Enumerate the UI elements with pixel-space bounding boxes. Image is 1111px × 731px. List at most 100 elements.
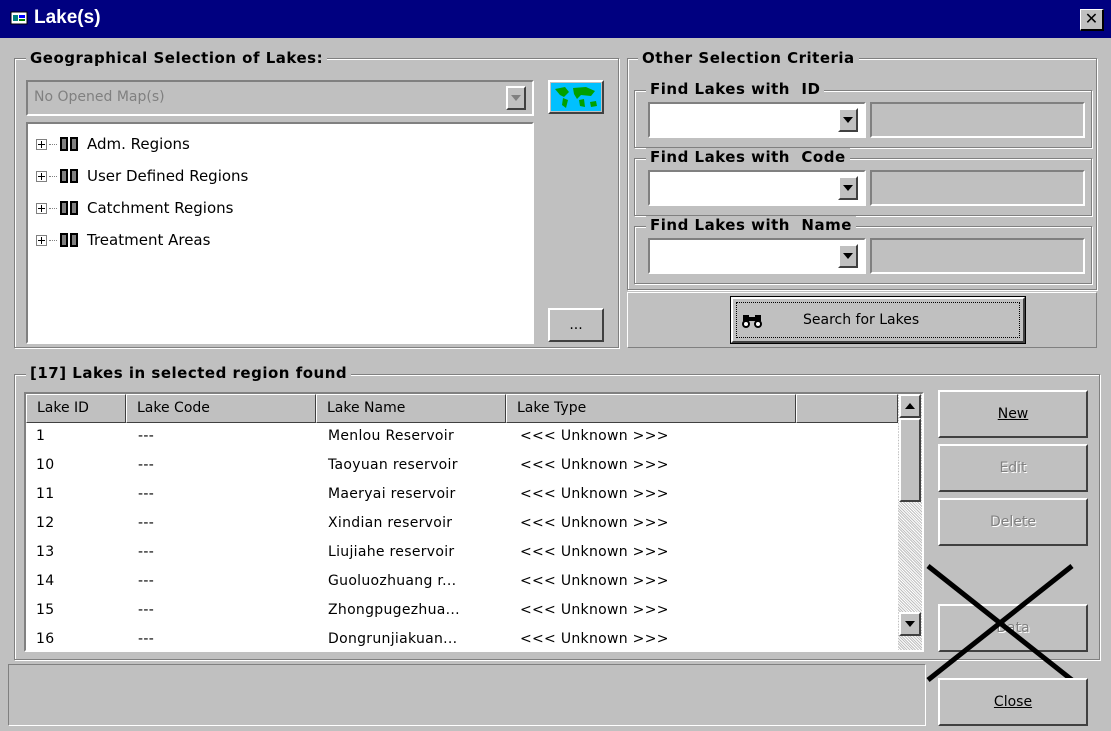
status-bar — [8, 664, 926, 726]
browse-button[interactable]: ... — [548, 308, 604, 342]
cell-lake-name: Guoluozhuang r... — [328, 573, 457, 589]
column-header-blank[interactable] — [796, 394, 898, 423]
find-code-dropdown-button[interactable] — [838, 176, 858, 200]
cell-lake-type: <<< Unknown >>> — [520, 515, 669, 531]
table-row[interactable]: 16 --- Dongrunjiakuan... <<< Unknown >>> — [26, 626, 896, 650]
table-row[interactable]: 10 --- Taoyuan reservoir <<< Unknown >>> — [26, 452, 896, 481]
window-title: Lake(s) — [34, 7, 101, 28]
tree-item-label: Treatment Areas — [87, 231, 211, 249]
chevron-down-icon — [905, 621, 915, 627]
cell-lake-id: 13 — [36, 544, 55, 560]
cell-lake-id: 11 — [36, 486, 55, 502]
cell-lake-code: --- — [138, 515, 155, 531]
cell-lake-code: --- — [138, 602, 155, 618]
tree-item-user-defined-regions[interactable]: User Defined Regions — [36, 160, 248, 192]
browse-button-label: ... — [569, 317, 583, 333]
table-row[interactable]: 15 --- Zhongpugezhua... <<< Unknown >>> — [26, 597, 896, 626]
cell-lake-code: --- — [138, 457, 155, 473]
title-bar: Lake(s) ✕ — [0, 0, 1111, 38]
region-tree[interactable]: Adm. Regions User Defined Regions Catchm… — [26, 122, 534, 344]
cell-lake-type: <<< Unknown >>> — [520, 573, 669, 589]
expand-icon[interactable] — [36, 202, 47, 214]
geo-selection-label: Geographical Selection of Lakes: — [26, 49, 328, 67]
find-name-value[interactable] — [870, 238, 1085, 274]
expand-icon[interactable] — [36, 138, 47, 150]
cell-lake-code: --- — [138, 544, 155, 560]
column-header-lake-code[interactable]: Lake Code — [126, 394, 316, 423]
chevron-down-icon — [843, 185, 853, 191]
book-icon — [60, 169, 78, 183]
map-select-value: No Opened Map(s) — [34, 89, 165, 105]
cell-lake-type: <<< Unknown >>> — [520, 631, 669, 647]
cell-lake-name: Liujiahe reservoir — [328, 544, 455, 560]
table-row[interactable]: 14 --- Guoluozhuang r... <<< Unknown >>> — [26, 568, 896, 597]
find-id-value[interactable] — [870, 102, 1085, 138]
chevron-down-icon — [843, 117, 853, 123]
cell-lake-name: Dongrunjiakuan... — [328, 631, 458, 647]
close-button-label: Close — [993, 694, 1033, 710]
book-icon — [60, 201, 78, 215]
table-row[interactable]: 11 --- Maeryai reservoir <<< Unknown >>> — [26, 481, 896, 510]
cross-out-icon — [926, 564, 1074, 682]
results-label: [17] Lakes in selected region found — [26, 364, 352, 382]
cell-lake-name: Menlou Reservoir — [328, 428, 455, 444]
edit-button[interactable]: Edit — [938, 444, 1088, 492]
lakes-table[interactable]: Lake ID Lake Code Lake Name Lake Type 1 … — [24, 392, 924, 652]
close-button[interactable]: Close — [938, 678, 1088, 726]
column-header-lake-name[interactable]: Lake Name — [316, 394, 506, 423]
cell-lake-code: --- — [138, 428, 155, 444]
vertical-scrollbar[interactable] — [898, 394, 922, 650]
cell-lake-name: Xindian reservoir — [328, 515, 453, 531]
expand-icon[interactable] — [36, 170, 47, 182]
cell-lake-name: Maeryai reservoir — [328, 486, 456, 502]
column-header-lake-type[interactable]: Lake Type — [506, 394, 796, 423]
cell-lake-type: <<< Unknown >>> — [520, 486, 669, 502]
cell-lake-type: <<< Unknown >>> — [520, 428, 669, 444]
cell-lake-type: <<< Unknown >>> — [520, 457, 669, 473]
tree-item-catchment-regions[interactable]: Catchment Regions — [36, 192, 248, 224]
search-button[interactable]: Search for Lakes — [730, 296, 1026, 344]
cell-lake-id: 10 — [36, 457, 55, 473]
find-name-label: Find Lakes with Name — [646, 216, 856, 234]
find-id-label: Find Lakes with ID — [646, 80, 825, 98]
cell-lake-name: Taoyuan reservoir — [328, 457, 458, 473]
new-button[interactable]: New — [938, 390, 1088, 438]
table-row[interactable]: 13 --- Liujiahe reservoir <<< Unknown >>… — [26, 539, 896, 568]
new-button-label: New — [997, 406, 1029, 422]
world-map-button[interactable] — [548, 80, 604, 114]
find-id-dropdown-button[interactable] — [838, 108, 858, 132]
expand-icon[interactable] — [36, 234, 47, 246]
find-id-select[interactable] — [648, 102, 866, 138]
map-select-dropdown-button[interactable] — [506, 86, 526, 110]
tree-item-label: User Defined Regions — [87, 167, 249, 185]
delete-button[interactable]: Delete — [938, 498, 1088, 546]
binoculars-icon — [742, 315, 762, 328]
cell-lake-code: --- — [138, 486, 155, 502]
table-row[interactable]: 1 --- Menlou Reservoir <<< Unknown >>> — [26, 423, 896, 452]
cell-lake-id: 16 — [36, 631, 55, 647]
tree-item-adm-regions[interactable]: Adm. Regions — [36, 128, 248, 160]
cell-lake-id: 14 — [36, 573, 55, 589]
tree-item-treatment-areas[interactable]: Treatment Areas — [36, 224, 248, 256]
find-code-value[interactable] — [870, 170, 1085, 206]
cell-lake-id: 12 — [36, 515, 55, 531]
find-code-label: Find Lakes with Code — [646, 148, 850, 166]
book-icon — [60, 137, 78, 151]
scroll-down-button[interactable] — [899, 612, 921, 636]
find-name-select[interactable] — [648, 238, 866, 274]
close-window-button[interactable]: ✕ — [1080, 9, 1104, 31]
chevron-up-icon — [905, 403, 915, 409]
cell-lake-id: 1 — [36, 428, 46, 444]
cell-lake-name: Zhongpugezhua... — [328, 602, 460, 618]
map-select[interactable]: No Opened Map(s) — [26, 80, 534, 116]
scroll-up-button[interactable] — [899, 394, 921, 418]
app-icon — [10, 11, 28, 25]
delete-button-label: Delete — [990, 514, 1036, 530]
column-header-lake-id[interactable]: Lake ID — [26, 394, 126, 423]
cell-lake-code: --- — [138, 631, 155, 647]
table-row[interactable]: 12 --- Xindian reservoir <<< Unknown >>> — [26, 510, 896, 539]
find-code-select[interactable] — [648, 170, 866, 206]
find-name-dropdown-button[interactable] — [838, 244, 858, 268]
world-map-icon — [551, 83, 601, 111]
scroll-thumb[interactable] — [899, 418, 921, 502]
